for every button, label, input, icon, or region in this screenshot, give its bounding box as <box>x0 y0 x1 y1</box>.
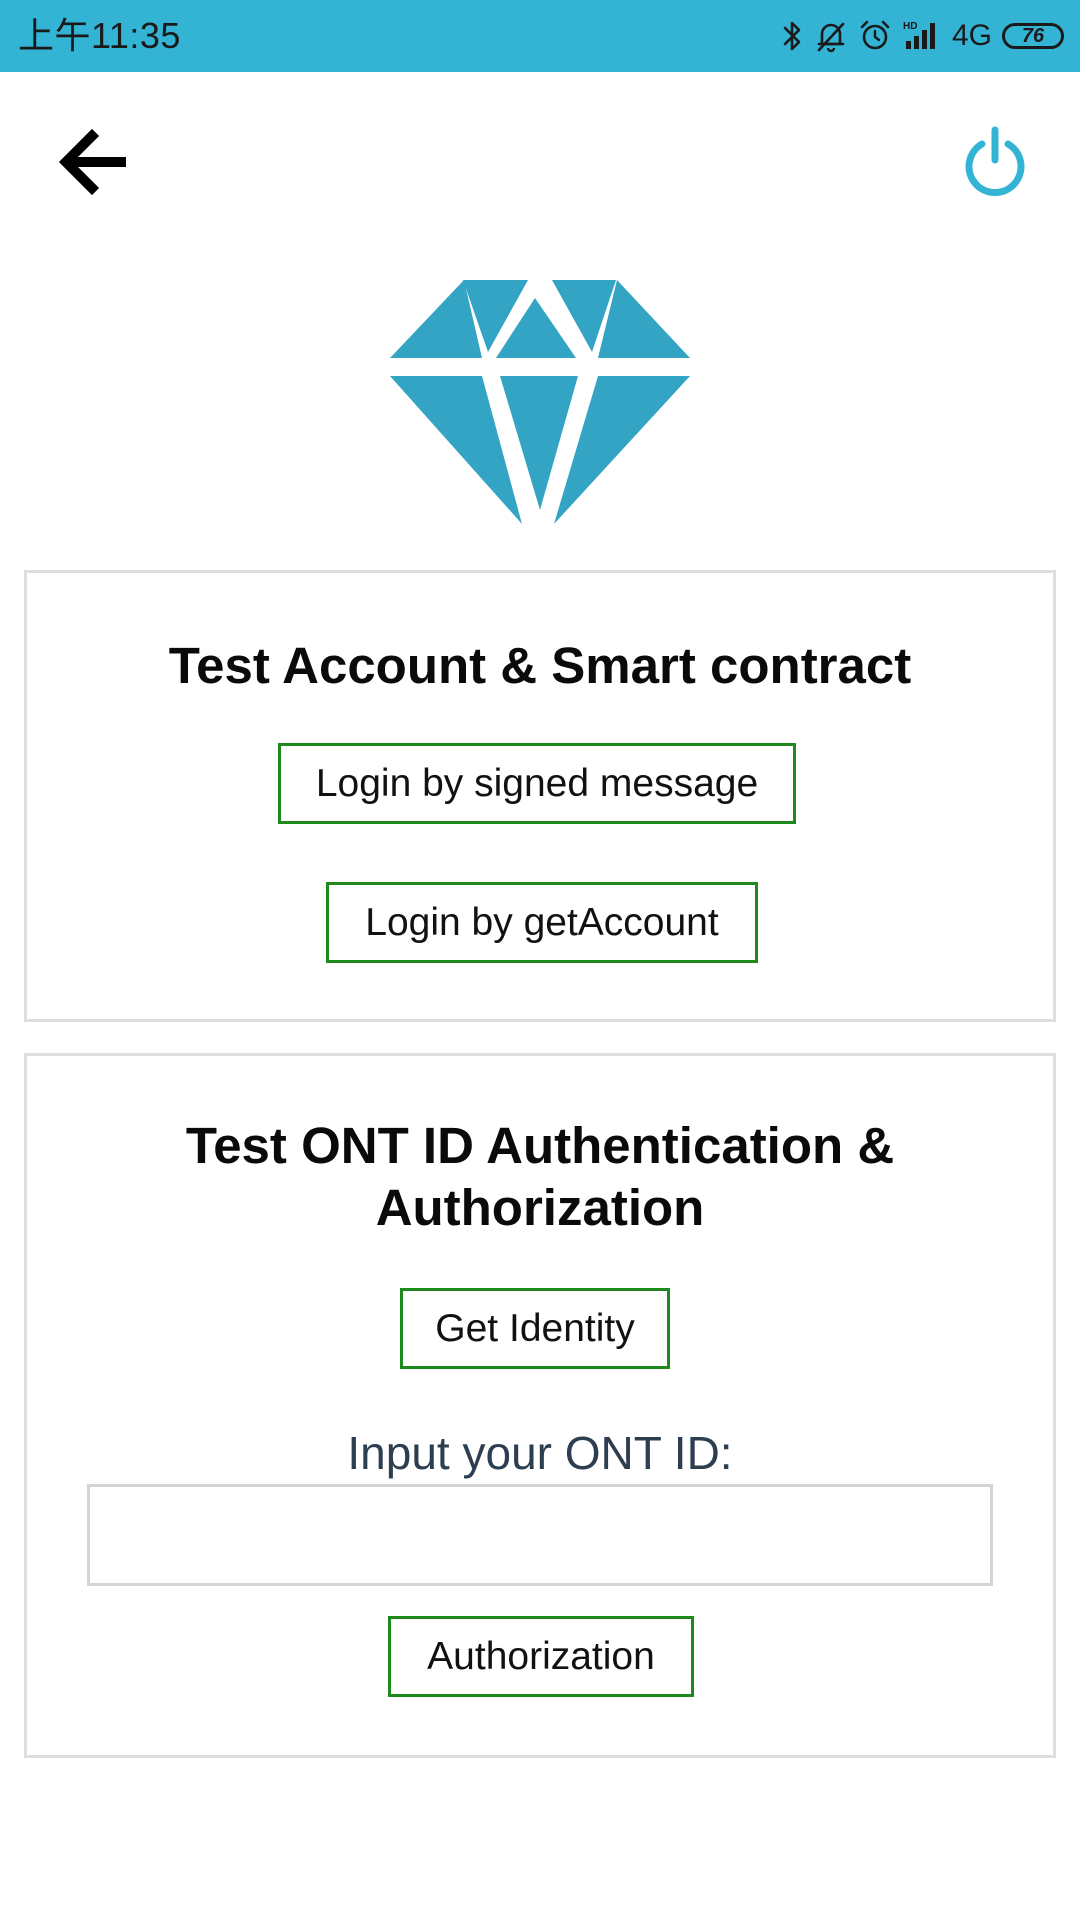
ont-id-input-label: Input your ONT ID: <box>347 1427 733 1479</box>
svg-text:HD: HD <box>903 21 917 32</box>
account-card-title: Test Account & Smart contract <box>168 637 912 694</box>
network-icon: 4G <box>951 19 992 52</box>
power-icon <box>965 126 1025 196</box>
ont-id-input[interactable] <box>87 1484 993 1586</box>
signal-icon: HD <box>902 19 942 53</box>
get-identity-button[interactable]: Get Identity <box>400 1288 670 1369</box>
authorization-button[interactable]: Authorization <box>388 1616 694 1697</box>
ontid-card: Test ONT ID Authentication & Authorizati… <box>24 1053 1056 1758</box>
ontid-card-title-line1: Test ONT ID Authentication & <box>185 1117 895 1174</box>
back-button[interactable] <box>56 128 132 196</box>
login-get-account-button[interactable]: Login by getAccount <box>326 882 758 963</box>
battery-icon: 76 <box>1002 23 1064 49</box>
alarm-icon <box>858 19 892 53</box>
status-icons: HD 4G 76 <box>782 14 1064 58</box>
diamond-logo <box>388 280 692 530</box>
mute-bell-icon <box>814 19 848 53</box>
diamond-icon <box>390 280 690 524</box>
account-card: Test Account & Smart contract Login by s… <box>24 570 1056 1022</box>
bluetooth-icon <box>782 19 804 53</box>
arrow-left-icon <box>58 128 126 196</box>
status-time: 上午11:35 <box>18 15 181 56</box>
status-bar: 上午11:35 HD 4G 76 <box>0 0 1080 72</box>
power-button[interactable] <box>960 124 1030 198</box>
login-signed-message-button[interactable]: Login by signed message <box>278 743 796 824</box>
ontid-card-title-line2: Authorization <box>375 1179 705 1236</box>
